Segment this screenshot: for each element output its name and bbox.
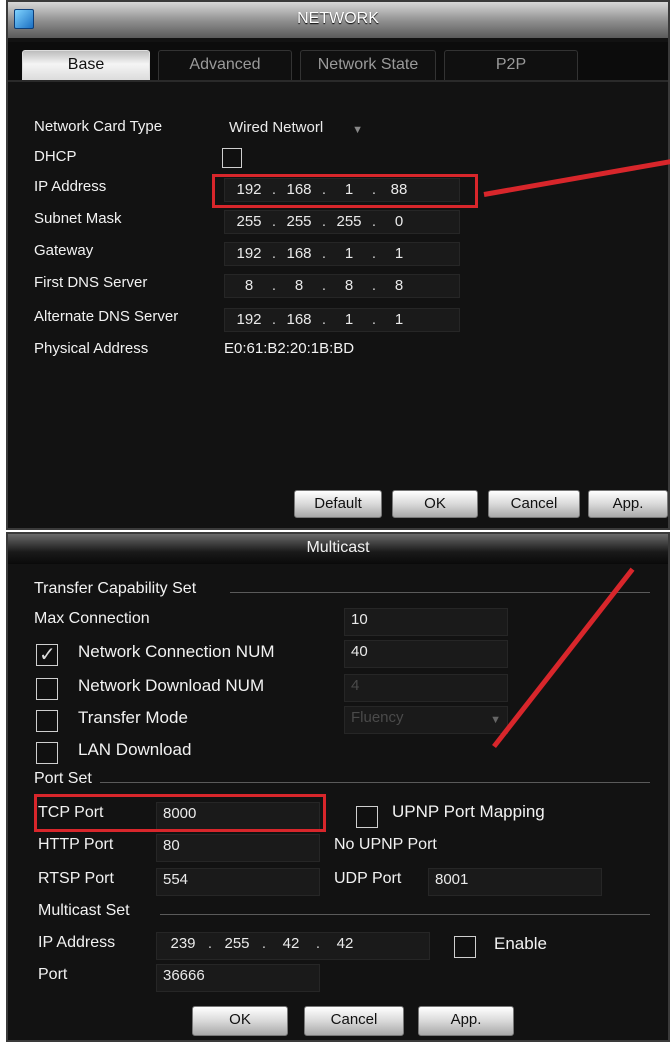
gateway-label: Gateway <box>34 242 94 259</box>
subnet-mask-field[interactable]: 255. 255. 255. 0 <box>224 210 460 234</box>
udp-port-field[interactable]: 8001 <box>428 868 602 896</box>
max-connection-label: Max Connection <box>34 610 150 627</box>
title-bar: NETWORK <box>8 2 668 38</box>
window-title: NETWORK <box>297 10 379 27</box>
section-divider <box>230 592 650 593</box>
multicast-dialog: Multicast Transfer Capability Set Max Co… <box>6 532 670 1042</box>
upnp-mapping-checkbox[interactable] <box>356 806 378 828</box>
ip-octet: 255 <box>236 213 262 230</box>
dhcp-checkbox[interactable] <box>222 148 242 168</box>
annotation-arrow-line <box>483 158 670 197</box>
network-download-num-label: Network Download NUM <box>78 676 265 695</box>
ip-octet: 8 <box>344 277 354 294</box>
transfer-mode-label: Transfer Mode <box>78 708 188 727</box>
tab-network-state[interactable]: Network State <box>300 50 436 80</box>
cancel-button[interactable]: Cancel <box>304 1006 404 1036</box>
ip-octet: 255 <box>286 213 312 230</box>
multicast-enable-label: Enable <box>494 934 547 953</box>
network-card-type-select[interactable]: Wired Networl ▼ <box>222 116 370 140</box>
ip-octet: 0 <box>394 213 404 230</box>
upnp-mapping-label: UPNP Port Mapping <box>392 802 545 821</box>
ok-button[interactable]: OK <box>392 490 478 518</box>
tab-p2p[interactable]: P2P <box>444 50 578 80</box>
network-dialog: NETWORK Base Advanced Network State P2P … <box>6 0 670 530</box>
no-upnp-port-label: No UPNP Port <box>334 836 437 853</box>
section-divider <box>100 782 650 783</box>
ip-octet: 1 <box>394 245 404 262</box>
network-download-num-field[interactable]: 4 <box>344 674 508 702</box>
first-dns-label: First DNS Server <box>34 274 148 291</box>
ip-address-highlight-box <box>212 174 478 208</box>
network-card-type-label: Network Card Type <box>34 118 163 135</box>
multicast-set-section: Multicast Set <box>38 902 130 919</box>
ip-octet: 1 <box>344 311 354 328</box>
ip-octet: 42 <box>336 935 354 952</box>
physical-address-value: E0:61:B2:20:1B:BD <box>224 340 355 357</box>
ip-octet: 168 <box>286 245 312 262</box>
ip-address-label: IP Address <box>34 178 107 195</box>
tcp-port-highlight-box <box>34 794 326 832</box>
port-set-section: Port Set <box>34 770 92 787</box>
lan-download-label: LAN Download <box>78 740 192 759</box>
apply-button[interactable]: App. <box>588 490 668 518</box>
rtsp-port-label: RTSP Port <box>38 870 114 887</box>
dhcp-label: DHCP <box>34 148 77 165</box>
ip-octet: 8 <box>244 277 254 294</box>
gateway-field[interactable]: 192. 168. 1. 1 <box>224 242 460 266</box>
network-connection-num-field[interactable]: 40 <box>344 640 508 668</box>
multicast-ip-address-label: IP Address <box>38 934 116 951</box>
transfer-mode-checkbox[interactable] <box>36 710 58 732</box>
first-dns-field[interactable]: 8.8.8.8 <box>224 274 460 298</box>
app-icon <box>14 9 34 29</box>
subnet-mask-label: Subnet Mask <box>34 210 122 227</box>
ip-octet: 192 <box>236 245 262 262</box>
ip-octet: 1 <box>394 311 404 328</box>
chevron-down-icon: ▼ <box>352 124 363 136</box>
multicast-enable-checkbox[interactable] <box>454 936 476 958</box>
alternate-dns-label: Alternate DNS Server <box>34 308 179 325</box>
transfer-capability-section: Transfer Capability Set <box>34 580 197 597</box>
section-divider <box>160 914 650 915</box>
physical-address-label: Physical Address <box>34 340 149 357</box>
lan-download-checkbox[interactable] <box>36 742 58 764</box>
ip-octet: 168 <box>286 311 312 328</box>
http-port-field[interactable]: 80 <box>156 834 320 862</box>
tab-base[interactable]: Base <box>22 50 150 80</box>
default-button[interactable]: Default <box>294 490 382 518</box>
chevron-down-icon: ▼ <box>490 714 501 726</box>
tab-bar: Base Advanced Network State P2P <box>8 42 668 82</box>
check-icon: ✓ <box>39 644 56 666</box>
network-connection-num-checkbox[interactable]: ✓ <box>36 644 58 666</box>
ip-octet: 239 <box>170 935 196 952</box>
network-connection-num-label: Network Connection NUM <box>78 642 275 661</box>
network-card-type-value: Wired Networl <box>229 119 324 136</box>
ip-octet: 1 <box>344 245 354 262</box>
annotation-arrow-line <box>492 567 635 749</box>
ip-octet: 255 <box>224 935 250 952</box>
cancel-button[interactable]: Cancel <box>488 490 580 518</box>
ip-octet: 192 <box>236 311 262 328</box>
multicast-ip-address-field[interactable]: 239. 255. 42. 42 <box>156 932 430 960</box>
transfer-mode-select[interactable]: Fluency ▼ <box>344 706 508 734</box>
alternate-dns-field[interactable]: 192. 168. 1. 1 <box>224 308 460 332</box>
rtsp-port-field[interactable]: 554 <box>156 868 320 896</box>
ok-button[interactable]: OK <box>192 1006 288 1036</box>
ip-octet: 8 <box>394 277 404 294</box>
multicast-port-field[interactable]: 36666 <box>156 964 320 992</box>
max-connection-field[interactable]: 10 <box>344 608 508 636</box>
multicast-port-label: Port <box>38 966 68 983</box>
tab-advanced[interactable]: Advanced <box>158 50 292 80</box>
http-port-label: HTTP Port <box>38 836 114 853</box>
ip-octet: 8 <box>294 277 304 294</box>
transfer-mode-value: Fluency <box>351 709 404 726</box>
multicast-title: Multicast <box>8 534 668 564</box>
udp-port-label: UDP Port <box>334 870 402 887</box>
ip-octet: 42 <box>282 935 300 952</box>
network-download-num-checkbox[interactable] <box>36 678 58 700</box>
ip-octet: 255 <box>336 213 362 230</box>
apply-button[interactable]: App. <box>418 1006 514 1036</box>
